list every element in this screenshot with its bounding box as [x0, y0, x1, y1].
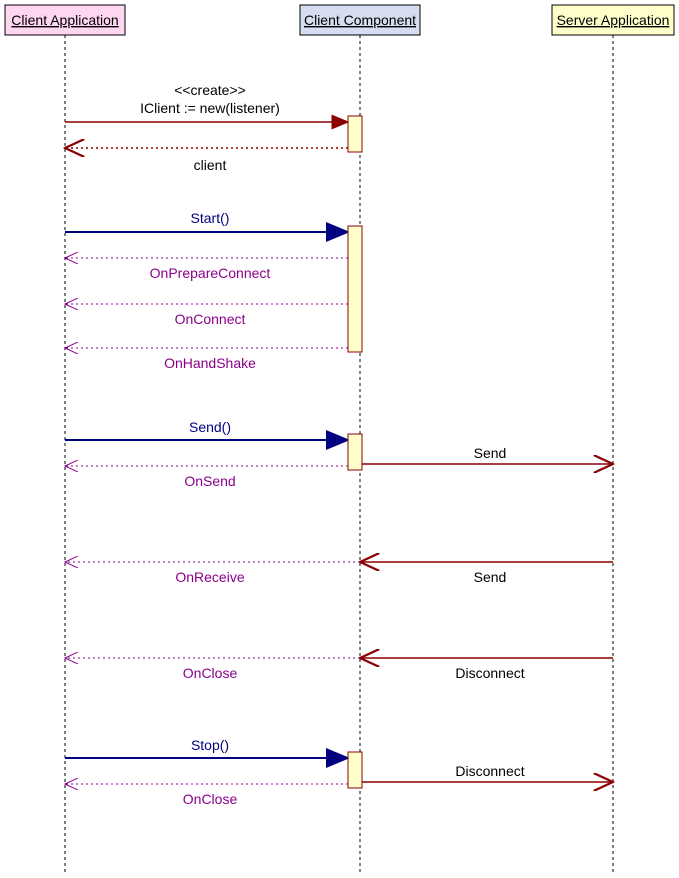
start-label: Start() — [191, 210, 230, 226]
activation-create — [348, 116, 362, 152]
create-stereotype-label: <<create>> — [174, 82, 246, 98]
activation-send — [348, 434, 362, 470]
participant-server-application: Server Application — [552, 5, 674, 35]
send-net-label: Send — [474, 445, 507, 461]
stop-label: Stop() — [191, 737, 229, 753]
activation-stop — [348, 752, 362, 788]
server-send-label: Send — [474, 569, 507, 585]
send-label: Send() — [189, 419, 231, 435]
onsend-label: OnSend — [184, 473, 235, 489]
onhandshake-label: OnHandShake — [164, 355, 256, 371]
onclose-label-2: OnClose — [183, 791, 238, 807]
onconnect-label: OnConnect — [175, 311, 246, 327]
participant-client-application: Client Application — [5, 5, 125, 35]
disconnect-label-2: Disconnect — [455, 763, 524, 779]
onprepare-label: OnPrepareConnect — [150, 265, 271, 281]
participant-label: Client Component — [304, 12, 416, 28]
participant-client-component: Client Component — [300, 5, 420, 35]
participant-label: Server Application — [557, 12, 670, 28]
activation-start — [348, 226, 362, 352]
onreceive-label: OnReceive — [175, 569, 244, 585]
onclose-label-1: OnClose — [183, 665, 238, 681]
participant-label: Client Application — [11, 12, 118, 28]
sequence-diagram: Client Application Client Component Serv… — [0, 0, 679, 878]
create-return-label: client — [194, 157, 227, 173]
disconnect-label-1: Disconnect — [455, 665, 524, 681]
create-call-label: IClient := new(listener) — [140, 100, 280, 116]
